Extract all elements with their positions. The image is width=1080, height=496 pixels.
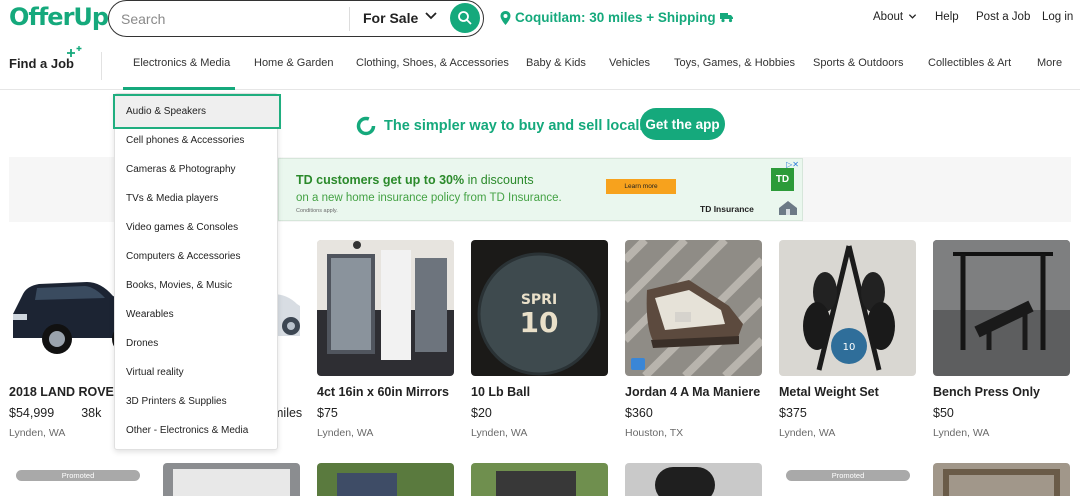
active-category-indicator [123, 87, 235, 90]
category-vehicles[interactable]: Vehicles [609, 57, 650, 69]
listing-title: 4ct 16in x 60in Mirrors [317, 385, 450, 399]
med-ball-text: 10 [843, 342, 856, 353]
search-bar: For Sale [108, 0, 484, 37]
category-toys-games[interactable]: Toys, Games, & Hobbies [674, 57, 795, 69]
app-promo: The simpler way to buy and sell locally! [356, 116, 656, 136]
listing-photo: 10 [779, 240, 916, 376]
dropdown-item-audio-speakers[interactable]: Audio & Speakers [126, 106, 206, 117]
category-collectibles-art[interactable]: Collectibles & Art [928, 57, 1011, 69]
promoted-badge: Promoted [786, 470, 910, 481]
td-logo: TD [771, 168, 794, 191]
listing-photo [625, 240, 762, 376]
listing-photo[interactable] [625, 463, 762, 496]
login-link[interactable]: Log in [1042, 11, 1073, 23]
location-pin-icon [500, 10, 511, 25]
dropdown-item-virtual-reality[interactable]: Virtual reality [126, 367, 184, 378]
listing-title: Jordan 4 A Ma Maniere [625, 385, 761, 399]
listing-photo [317, 240, 454, 376]
listing-location: Lynden, WA [9, 427, 66, 439]
listing-photo[interactable] [317, 463, 454, 496]
search-button[interactable] [450, 3, 480, 33]
td-brand: TD Insurance [700, 204, 754, 214]
post-job-link[interactable]: Post a Job [976, 11, 1030, 23]
listing-location: Houston, TX [625, 427, 684, 439]
ad-headline-bold: TD customers get up to 30% [296, 173, 465, 187]
category-home-garden[interactable]: Home & Garden [254, 57, 333, 69]
ad-learn-more-button[interactable]: Learn more [606, 179, 676, 194]
location-text: Coquitlam: 30 miles + Shipping [515, 10, 716, 25]
category-electronics-media[interactable]: Electronics & Media [133, 57, 230, 69]
category-baby-kids[interactable]: Baby & Kids [526, 57, 586, 69]
help-link[interactable]: Help [935, 11, 959, 23]
top-header: OfferUp For Sale Coquitlam: 30 miles + S… [0, 0, 1080, 40]
dropdown-item-tvs[interactable]: TVs & Media players [126, 193, 218, 204]
offerup-mark-icon [356, 116, 376, 136]
category-sports-outdoors[interactable]: Sports & Outdoors [813, 57, 904, 69]
get-app-button[interactable]: Get the app [640, 108, 725, 140]
about-menu[interactable]: About [873, 11, 917, 23]
dropdown-item-wearables[interactable]: Wearables [126, 309, 174, 320]
listing-title: Bench Press Only [933, 385, 1040, 399]
dropdown-item-video-games[interactable]: Video games & Consoles [126, 222, 238, 233]
about-label: About [873, 11, 904, 23]
ball-weight-text: 10 [520, 306, 559, 339]
sparkle-icon [67, 46, 82, 57]
listing-photo[interactable] [933, 463, 1070, 496]
listing-location: Lynden, WA [471, 427, 528, 439]
search-divider [349, 7, 350, 31]
listing-location: Lynden, WA [933, 427, 990, 439]
category-select[interactable]: For Sale [363, 10, 418, 26]
ad-headline: TD customers get up to 30% in discounts [296, 173, 534, 187]
shipping-badge-icon [631, 358, 645, 370]
dropdown-item-cell-phones[interactable]: Cell phones & Accessories [126, 135, 244, 146]
chevron-down-icon[interactable] [423, 8, 439, 24]
dropdown-item-other[interactable]: Other - Electronics & Media [126, 425, 248, 436]
promoted-badge: Promoted [16, 470, 140, 481]
dropdown-item-drones[interactable]: Drones [126, 338, 158, 349]
listing-photo[interactable] [163, 463, 300, 496]
electronics-dropdown-menu: Audio & Speakers Cell phones & Accessori… [113, 93, 281, 450]
ad-subline: on a new home insurance policy from TD I… [296, 192, 562, 204]
search-input[interactable] [121, 9, 321, 29]
offerup-logo[interactable]: OfferUp [9, 3, 109, 31]
listing-price: $20 [471, 406, 492, 420]
category-divider [101, 52, 102, 80]
listing-location: Lynden, WA [317, 427, 374, 439]
listing-title: 10 Lb Ball [471, 385, 531, 399]
location-selector[interactable]: Coquitlam: 30 miles + Shipping [500, 10, 734, 25]
listing-location: Lynden, WA [779, 427, 836, 439]
ad-close-icon[interactable]: ▷✕ [786, 160, 799, 169]
dropdown-item-3d-printers[interactable]: 3D Printers & Supplies [126, 396, 227, 407]
dropdown-item-cameras[interactable]: Cameras & Photography [126, 164, 236, 175]
category-more[interactable]: More [1037, 57, 1062, 69]
dropdown-item-books-movies[interactable]: Books, Movies, & Music [126, 280, 232, 291]
category-clothing[interactable]: Clothing, Shoes, & Accessories [356, 57, 509, 69]
listing-price: $50 [933, 406, 954, 420]
shipping-truck-icon [719, 13, 733, 23]
listing-photo[interactable] [471, 463, 608, 496]
chevron-down-icon [909, 14, 917, 20]
td-ad-banner[interactable]: TD customers get up to 30% in discounts … [278, 158, 803, 221]
dropdown-item-computers[interactable]: Computers & Accessories [126, 251, 241, 262]
listing-price: $360 [625, 406, 653, 420]
promo-text: The simpler way to buy and sell locally! [384, 118, 657, 134]
search-icon [458, 11, 472, 25]
house-icon [779, 201, 797, 215]
listing-price: $375 [779, 406, 807, 420]
listing-price: $54,999 38k [9, 406, 102, 420]
ad-headline-rest: in discounts [464, 173, 534, 187]
find-job-link[interactable]: Find a Job [9, 56, 74, 71]
listing-title: Metal Weight Set [779, 385, 879, 399]
listing-price: $75 [317, 406, 338, 420]
category-bar: Find a Job Electronics & Media Home & Ga… [0, 40, 1080, 90]
ad-conditions: Conditions apply. [296, 208, 338, 214]
listing-photo: SPRI 10 [471, 240, 608, 376]
listing-photo [933, 240, 1070, 376]
